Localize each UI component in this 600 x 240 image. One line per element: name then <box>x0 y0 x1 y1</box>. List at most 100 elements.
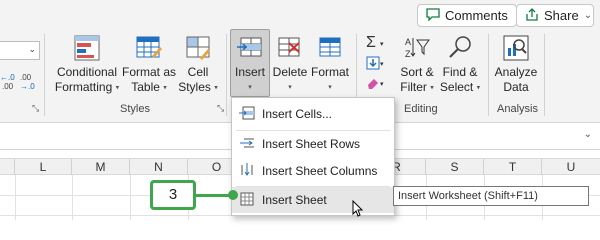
chevron-down-icon[interactable]: ▾ <box>380 78 384 92</box>
comment-icon <box>426 7 440 24</box>
analysis-group-label: Analysis <box>497 103 538 115</box>
chevron-down-icon[interactable]: ▾ <box>380 38 384 52</box>
format-cells-icon <box>319 37 341 57</box>
analyze-data-label-2: Data <box>503 80 529 94</box>
fill-button[interactable] <box>366 56 380 72</box>
insert-button[interactable]: Insert ▾ <box>230 34 270 95</box>
format-as-table-label-2: Table <box>131 80 160 94</box>
sort-filter-label-2: Filter <box>400 80 427 94</box>
cell-styles-icon <box>186 36 210 60</box>
format-as-table-button[interactable]: Format as Table ▾ <box>122 34 176 95</box>
tooltip: Insert Worksheet (Shift+F11) <box>393 186 589 206</box>
cell-styles-button[interactable]: Cell Styles ▾ <box>176 34 220 95</box>
delete-label: Delete <box>272 65 308 79</box>
decrease-decimal-button[interactable]: .00 →.0 <box>20 72 36 94</box>
cell-styles-label-2: Styles <box>178 80 211 94</box>
callout-dot <box>228 190 238 200</box>
sort-filter-button[interactable]: A Z Sort & Filter ▾ <box>396 34 438 95</box>
analyze-data-button[interactable]: Analyze Data <box>494 34 538 95</box>
insert-cells-icon <box>237 37 262 57</box>
menu-item-insert-sheet-rows[interactable]: Insert Sheet Rows <box>232 131 394 157</box>
clear-button[interactable] <box>366 76 380 92</box>
column-header[interactable]: M <box>72 159 130 176</box>
column-gridline <box>130 175 131 220</box>
chevron-down-icon: ▾ <box>430 84 434 92</box>
chevron-down-icon: ▾ <box>288 84 292 91</box>
column-gridline <box>72 175 73 220</box>
magnifier-icon <box>449 36 471 58</box>
column-gridline <box>15 175 16 220</box>
format-button[interactable]: Format ▾ <box>310 34 350 95</box>
menu-item-label: Insert Sheet <box>262 193 327 207</box>
sort-filter-icon: A Z <box>405 37 430 59</box>
increase-decimal-button[interactable]: ←.0.00 <box>0 72 16 94</box>
analyze-data-label-1: Analyze <box>494 65 538 79</box>
column-header[interactable]: U <box>542 159 600 176</box>
decrease-decimal-icon: .00→.0 <box>20 73 35 91</box>
svg-text:→.0: →.0 <box>20 82 35 91</box>
menu-item-insert-sheet-columns[interactable]: Insert Sheet Columns <box>232 158 394 184</box>
styles-launcher-icon[interactable]: ⤡ <box>217 103 224 114</box>
fill-down-icon <box>366 56 380 70</box>
chevron-down-icon: ⌄ <box>28 44 36 54</box>
insert-rows-icon <box>232 136 262 153</box>
share-icon <box>525 7 539 24</box>
group-separator <box>488 34 489 116</box>
increase-decimal-icon: ←.0.00 <box>0 73 15 91</box>
svg-text:.00: .00 <box>20 73 32 82</box>
insert-columns-icon <box>232 162 262 180</box>
chevron-down-icon: ▾ <box>328 84 332 91</box>
format-as-table-label-1: Format as <box>122 65 177 79</box>
chevron-down-icon: ▾ <box>476 84 481 92</box>
chevron-down-icon: ▾ <box>214 84 218 92</box>
autosum-icon[interactable]: Σ <box>366 35 376 51</box>
chevron-down-icon[interactable]: ⌄ <box>584 129 592 140</box>
column-header-partial[interactable] <box>0 159 15 176</box>
insert-dropdown-menu: Insert Cells... Insert Sheet Rows Insert… <box>231 97 395 216</box>
format-as-table-icon <box>136 36 162 58</box>
share-button[interactable]: Share ⌄ <box>516 4 594 27</box>
eraser-icon <box>368 79 378 89</box>
sort-filter-label-1: Sort & <box>400 65 434 79</box>
number-format-dropdown[interactable]: ⌄ <box>0 41 40 60</box>
find-select-label-1: Find & <box>442 65 478 79</box>
comments-label: Comments <box>445 8 508 23</box>
menu-item-insert-cells[interactable]: Insert Cells... <box>232 101 394 127</box>
conditional-formatting-button[interactable]: Conditional Formatting ▾ <box>52 34 122 95</box>
conditional-formatting-label-1: Conditional <box>56 65 118 79</box>
share-chevron-icon: ⌄ <box>583 10 593 21</box>
conditional-formatting-label-2: Formatting <box>54 80 113 94</box>
step-callout: 3 <box>150 180 196 210</box>
styles-group-label: Styles <box>120 103 150 115</box>
group-separator <box>226 34 227 116</box>
chevron-down-icon: ▾ <box>115 84 120 92</box>
group-separator <box>44 34 45 116</box>
conditional-formatting-icon <box>74 35 100 61</box>
editing-group-label: Editing <box>404 103 438 115</box>
insert-cells-icon <box>232 106 262 123</box>
menu-item-label: Insert Cells... <box>262 107 333 121</box>
number-launcher-icon[interactable]: ⤡ <box>32 103 39 114</box>
svg-text:.00: .00 <box>2 82 14 91</box>
find-select-button[interactable]: Find & Select ▾ <box>438 34 482 95</box>
comments-button[interactable]: Comments <box>417 4 517 27</box>
svg-text:A: A <box>405 37 411 47</box>
share-label: Share <box>544 8 579 23</box>
analyze-data-icon <box>503 35 529 61</box>
delete-cells-icon <box>278 37 300 57</box>
column-header[interactable]: L <box>15 159 72 176</box>
find-select-label-2: Select <box>439 80 474 94</box>
svg-text:←.0: ←.0 <box>0 73 15 82</box>
column-header[interactable]: N <box>130 159 188 176</box>
insert-label: Insert <box>234 65 265 79</box>
mouse-cursor-icon <box>352 199 364 221</box>
menu-item-label: Insert Sheet Rows <box>262 137 361 151</box>
column-header[interactable]: T <box>484 159 542 176</box>
group-separator <box>544 34 545 116</box>
delete-button[interactable]: Delete ▾ <box>270 34 310 95</box>
chevron-down-icon: ▾ <box>248 84 252 91</box>
chevron-down-icon[interactable]: ▾ <box>380 58 384 72</box>
column-header[interactable]: S <box>426 159 484 176</box>
menu-item-insert-sheet[interactable]: Insert Sheet <box>232 187 394 213</box>
menu-item-label: Insert Sheet Columns <box>262 164 378 178</box>
